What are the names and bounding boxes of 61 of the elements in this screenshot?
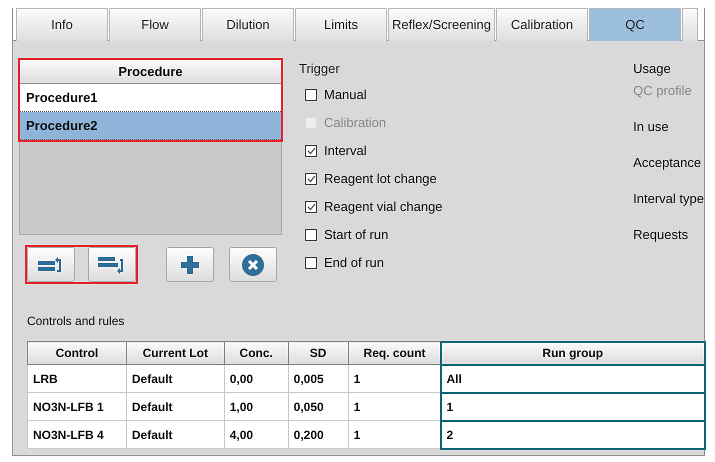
column-header[interactable]: Current Lot [126,342,224,364]
table-cell: Default [126,392,224,420]
checkbox-label: Start of run [324,226,388,244]
checkbox-label: Reagent vial change [324,198,443,216]
list-up-button[interactable] [27,247,75,282]
section-title: Controls and rules [27,314,126,329]
column-header[interactable]: Run group [440,342,704,364]
tab[interactable]: Limits [295,8,387,41]
tab[interactable]: QC [589,8,681,41]
checkbox[interactable] [305,173,317,185]
table-cell: 0,00 [224,364,288,392]
table-cell: 0,005 [288,364,348,392]
checkbox-label: Manual [324,86,367,104]
tab[interactable]: Flow [109,8,201,41]
list-row[interactable]: Procedure2 [20,112,281,140]
table-cell: Default [126,364,224,392]
column-header[interactable]: Control [28,342,126,364]
checkbox-label: Calibration [324,114,386,132]
column-header[interactable]: Conc. [224,342,288,364]
tab[interactable]: Dilution [202,8,294,41]
close-button[interactable] [229,247,277,282]
plus-button[interactable] [166,247,214,282]
column-header[interactable]: SD [288,342,348,364]
column-header[interactable]: Procedure [20,60,281,84]
table-cell: NO3N-LFB 1 [28,392,126,420]
field-label: QC profile [633,82,693,100]
checkbox-label: Interval [324,142,367,160]
section-title: Trigger [299,60,341,78]
table-cell: 4,00 [224,420,288,448]
column-header[interactable]: Req. count [348,342,441,364]
tab[interactable]: Reflex/Screening [388,8,495,41]
table-cell: 2 [440,420,704,448]
checkbox[interactable] [305,229,317,241]
table-cell: 0,200 [288,420,348,448]
list-down-icon [98,254,126,274]
field-label: Interval type [633,190,704,208]
tab[interactable]: Calibration [496,8,588,41]
tab-edge [682,8,698,41]
tab[interactable]: Info [16,8,108,41]
close-icon [242,254,264,276]
section-title: Usage [633,60,672,78]
table-cell: All [440,364,704,392]
table-cell: LRB [28,364,126,392]
checkbox-label: End of run [324,254,384,272]
field-label: In use [633,118,670,136]
checkbox[interactable] [305,201,317,213]
plus-icon [181,256,199,274]
table-cell: 1,00 [224,392,288,420]
list-row[interactable]: Procedure1 [20,84,281,112]
table-cell: 1 [440,392,704,420]
checkbox[interactable] [305,89,317,101]
table-cell: NO3N-LFB 4 [28,420,126,448]
checkbox[interactable] [305,257,317,269]
table-cell: Default [126,420,224,448]
field-label: Acceptance [633,154,702,172]
list-down-button[interactable] [88,247,136,282]
list-up-icon [38,256,64,274]
checkbox[interactable] [305,145,317,157]
table-cell: 0,050 [288,392,348,420]
field-label: Requests [633,226,690,244]
checkbox-label: Reagent lot change [324,170,437,188]
